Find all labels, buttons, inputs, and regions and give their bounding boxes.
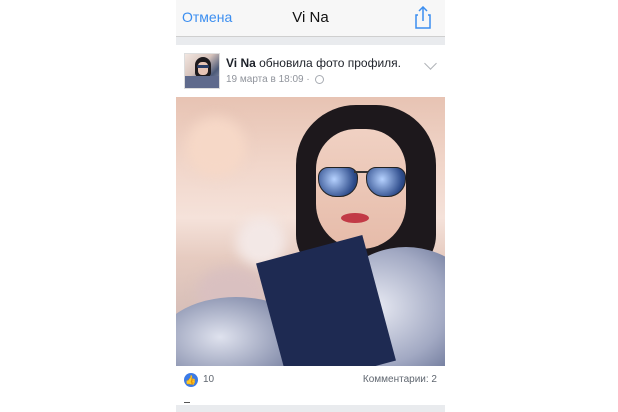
post-card: Vi Na обновила фото профиля. 19 марта в … bbox=[176, 45, 445, 405]
post-photo[interactable] bbox=[176, 97, 445, 366]
post-meta: 19 марта в 18:09 · bbox=[226, 74, 324, 85]
like-icon[interactable]: 👍 bbox=[184, 373, 198, 387]
navigation-bar: Отмена Vi Na bbox=[176, 0, 445, 37]
post-header: Vi Na обновила фото профиля. bbox=[226, 56, 401, 70]
avatar[interactable] bbox=[184, 53, 220, 89]
divider bbox=[184, 402, 190, 403]
share-icon[interactable] bbox=[413, 5, 433, 30]
comments-link[interactable]: Комментарии: 2 bbox=[363, 374, 437, 385]
phone-screen: Отмена Vi Na Vi Na обновила фото профиля… bbox=[176, 0, 445, 412]
globe-icon bbox=[314, 74, 324, 84]
page-title: Vi Na bbox=[292, 9, 329, 26]
post-action: обновила фото профиля. bbox=[255, 56, 401, 70]
post-author[interactable]: Vi Na bbox=[226, 56, 256, 70]
like-count[interactable]: 10 bbox=[203, 374, 214, 385]
post-date[interactable]: 19 марта в 18:09 · bbox=[226, 74, 313, 85]
separator bbox=[176, 37, 445, 45]
chevron-down-icon[interactable] bbox=[424, 57, 437, 70]
